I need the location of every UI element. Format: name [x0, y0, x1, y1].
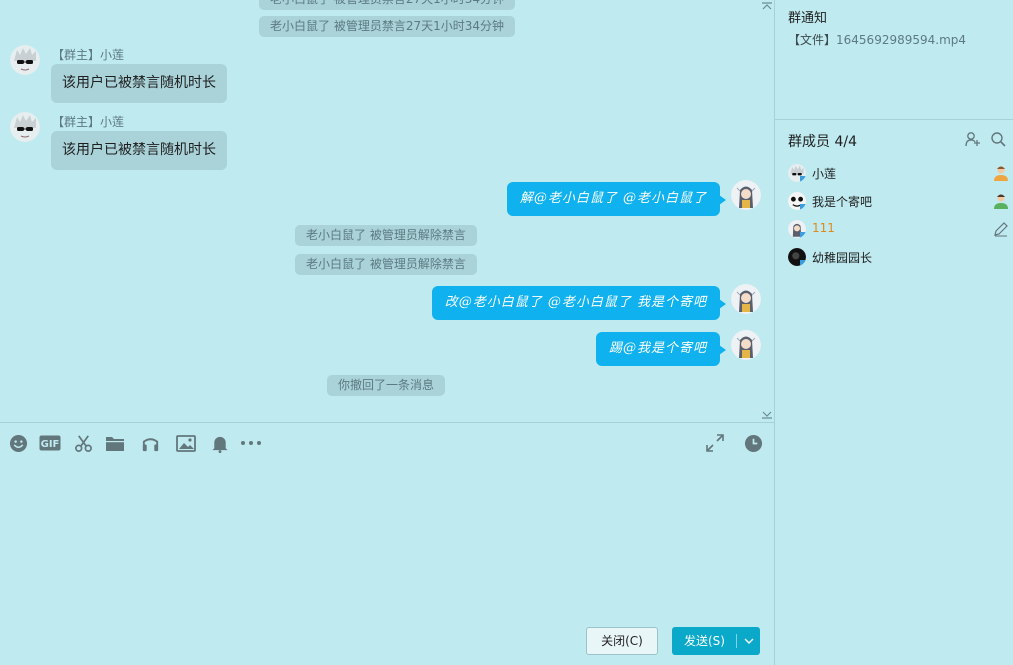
- member-avatar: [788, 192, 806, 210]
- search-icon[interactable]: [990, 131, 1006, 147]
- input-divider: [0, 422, 774, 423]
- group-sidebar: 群通知 【文件】1645692989594.mp4 群成员 4/4 小莲 我是个…: [774, 0, 1013, 665]
- send-button[interactable]: 发送(S): [672, 627, 760, 655]
- sender-name: 【群主】小莲: [52, 115, 125, 129]
- self-avatar[interactable]: [731, 180, 761, 210]
- scroll-up-icon[interactable]: [761, 1, 773, 11]
- member-item[interactable]: 我是个寄吧: [788, 190, 1010, 212]
- chat-panel: 老小白鼠了 被管理员禁言27天1小时34分钟 老小白鼠了 被管理员禁言27天1小…: [0, 0, 774, 665]
- close-button[interactable]: 关闭(C): [586, 627, 658, 655]
- avatar[interactable]: [10, 112, 40, 142]
- message-list[interactable]: 老小白鼠了 被管理员禁言27天1小时34分钟 老小白鼠了 被管理员禁言27天1小…: [0, 0, 774, 422]
- incoming-message[interactable]: 该用户已被禁言随机时长: [51, 131, 227, 170]
- owner-icon: [992, 164, 1010, 182]
- member-item[interactable]: 小莲: [788, 162, 1010, 184]
- self-avatar[interactable]: [731, 330, 761, 360]
- member-name: 幼稚园园长: [812, 251, 873, 265]
- scroll-down-icon[interactable]: [761, 410, 773, 420]
- message-input[interactable]: [0, 458, 774, 618]
- music-icon[interactable]: [139, 433, 161, 453]
- member-avatar: [788, 248, 806, 266]
- member-avatar: [788, 164, 806, 182]
- image-icon[interactable]: [175, 433, 197, 453]
- system-message: 老小白鼠了 被管理员禁言27天1小时34分钟: [259, 16, 515, 37]
- member-name: 小莲: [812, 167, 837, 181]
- outgoing-message[interactable]: 踢@我是个寄吧: [595, 332, 727, 366]
- expand-icon[interactable]: [704, 433, 726, 453]
- folder-icon[interactable]: [104, 433, 126, 453]
- system-message: 老小白鼠了 被管理员解除禁言: [295, 254, 477, 275]
- self-avatar[interactable]: [731, 284, 761, 314]
- input-toolbar: GIF: [0, 430, 774, 456]
- system-message: 老小白鼠了 被管理员解除禁言: [295, 225, 477, 246]
- emoji-icon[interactable]: [7, 433, 29, 453]
- chevron-down-icon[interactable]: [737, 628, 760, 654]
- bell-icon[interactable]: [209, 433, 231, 453]
- notice-file-name: 1645692989594.mp4: [836, 33, 967, 47]
- admin-icon: [992, 192, 1010, 210]
- member-name: 我是个寄吧: [812, 195, 873, 209]
- outgoing-message[interactable]: 解@老小白鼠了 @老小白鼠了: [506, 182, 727, 216]
- member-avatar: [788, 220, 806, 238]
- incoming-message[interactable]: 该用户已被禁言随机时长: [51, 64, 227, 103]
- sidebar-divider: [775, 119, 1013, 120]
- system-message: 老小白鼠了 被管理员禁言27天1小时34分钟: [259, 0, 515, 10]
- outgoing-message[interactable]: 改@老小白鼠了 @老小白鼠了 我是个寄吧: [431, 286, 727, 320]
- member-item[interactable]: 幼稚园园长: [788, 246, 1010, 268]
- member-name: 111: [812, 221, 835, 235]
- gif-label: GIF: [41, 439, 60, 450]
- notice-file-prefix: 【文件】: [788, 33, 837, 47]
- more-icon[interactable]: [240, 433, 262, 453]
- scissors-icon[interactable]: [72, 433, 94, 453]
- member-item[interactable]: 111: [788, 218, 1010, 240]
- history-icon[interactable]: [742, 433, 764, 453]
- edit-icon[interactable]: [992, 220, 1010, 238]
- send-button-label: 发送(S): [684, 634, 725, 648]
- notice-title: 群通知: [788, 11, 828, 26]
- gif-icon[interactable]: GIF: [38, 433, 62, 453]
- members-title: 群成员 4/4: [788, 134, 857, 150]
- avatar[interactable]: [10, 45, 40, 75]
- notice-file-link[interactable]: 【文件】1645692989594.mp4: [788, 31, 966, 48]
- system-message: 你撤回了一条消息: [327, 375, 446, 396]
- add-member-icon[interactable]: [965, 131, 981, 147]
- sender-name: 【群主】小莲: [52, 48, 125, 62]
